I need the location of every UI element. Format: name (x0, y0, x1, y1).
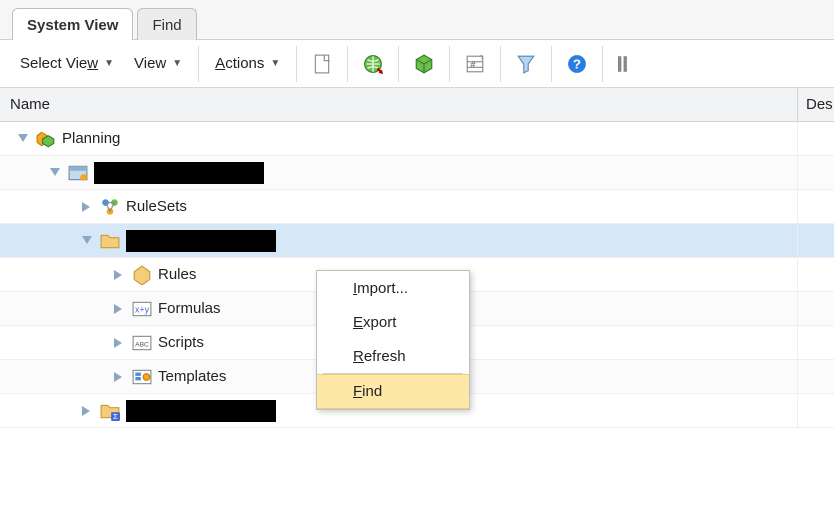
help-button[interactable] (558, 46, 596, 82)
help-icon (567, 54, 587, 74)
funnel-icon (516, 54, 536, 74)
tree-label: Rules (158, 266, 196, 283)
menu-select-view[interactable]: Select View ▼ (10, 49, 124, 78)
formulas-icon (132, 299, 152, 319)
tree-label: Templates (158, 368, 226, 385)
toolbar: Select View ▼ View ▼ Actions ▼ (0, 40, 834, 88)
redacted-label (94, 162, 264, 184)
menu-view[interactable]: View ▼ (124, 49, 192, 78)
tab-bar: System View Find (0, 0, 834, 40)
tree-label: RuleSets (126, 198, 187, 215)
more-icon (618, 54, 638, 74)
folder-icon (100, 231, 120, 251)
disclosure-toggle[interactable] (112, 268, 126, 282)
rulesets-icon (100, 197, 120, 217)
context-refresh[interactable]: Refresh (317, 339, 469, 373)
caret-down-icon: ▼ (172, 58, 182, 69)
filter-button[interactable] (507, 46, 545, 82)
toolbar-divider (347, 46, 348, 82)
folder-sigma-icon (100, 401, 120, 421)
toolbar-divider (551, 46, 552, 82)
new-button[interactable] (303, 46, 341, 82)
disclosure-toggle[interactable] (80, 234, 94, 248)
tree-row-planning[interactable]: Planning (0, 122, 834, 156)
toolbar-divider (500, 46, 501, 82)
context-import[interactable]: Import... (317, 271, 469, 305)
menu-actions-label: Actions (215, 55, 264, 72)
context-menu: Import... Export Refresh Find (316, 270, 470, 410)
column-header: Name Des (0, 88, 834, 122)
menu-select-view-label: Select View (20, 55, 98, 72)
menu-actions[interactable]: Actions ▼ (205, 49, 290, 78)
tree-row-plantype[interactable] (0, 224, 834, 258)
disclosure-toggle[interactable] (48, 166, 62, 180)
cube-icon (414, 54, 434, 74)
tree-row-rulesets[interactable]: RuleSets (0, 190, 834, 224)
context-export[interactable]: Export (317, 305, 469, 339)
tree-label: Scripts (158, 334, 204, 351)
deploy-button[interactable] (354, 46, 392, 82)
more-button[interactable] (609, 46, 647, 82)
column-name[interactable]: Name (0, 88, 798, 121)
grid-hash-icon (465, 54, 485, 74)
variables-button[interactable] (456, 46, 494, 82)
rules-icon (132, 265, 152, 285)
redacted-label (126, 400, 276, 422)
toolbar-divider (296, 46, 297, 82)
toolbar-divider (398, 46, 399, 82)
disclosure-toggle[interactable] (16, 132, 30, 146)
globe-down-icon (363, 54, 383, 74)
disclosure-toggle[interactable] (112, 370, 126, 384)
toolbar-divider (449, 46, 450, 82)
column-description[interactable]: Des (798, 96, 834, 113)
menu-view-label: View (134, 55, 166, 72)
redacted-label (126, 230, 276, 252)
tree-label: Formulas (158, 300, 221, 317)
caret-down-icon: ▼ (104, 58, 114, 69)
planning-icon (36, 129, 56, 149)
disclosure-toggle[interactable] (80, 200, 94, 214)
tab-find[interactable]: Find (137, 8, 196, 40)
tab-system-view[interactable]: System View (12, 8, 133, 40)
templates-icon (132, 367, 152, 387)
server-icon (68, 163, 88, 183)
toolbar-divider (198, 46, 199, 82)
caret-down-icon: ▼ (270, 58, 280, 69)
tree-label: Planning (62, 130, 120, 147)
toolbar-divider (602, 46, 603, 82)
context-find[interactable]: Find (317, 374, 469, 409)
disclosure-toggle[interactable] (80, 404, 94, 418)
tree-row-app[interactable] (0, 156, 834, 190)
disclosure-toggle[interactable] (112, 302, 126, 316)
scripts-icon (132, 333, 152, 353)
disclosure-toggle[interactable] (112, 336, 126, 350)
cube-button[interactable] (405, 46, 443, 82)
document-icon (312, 54, 332, 74)
